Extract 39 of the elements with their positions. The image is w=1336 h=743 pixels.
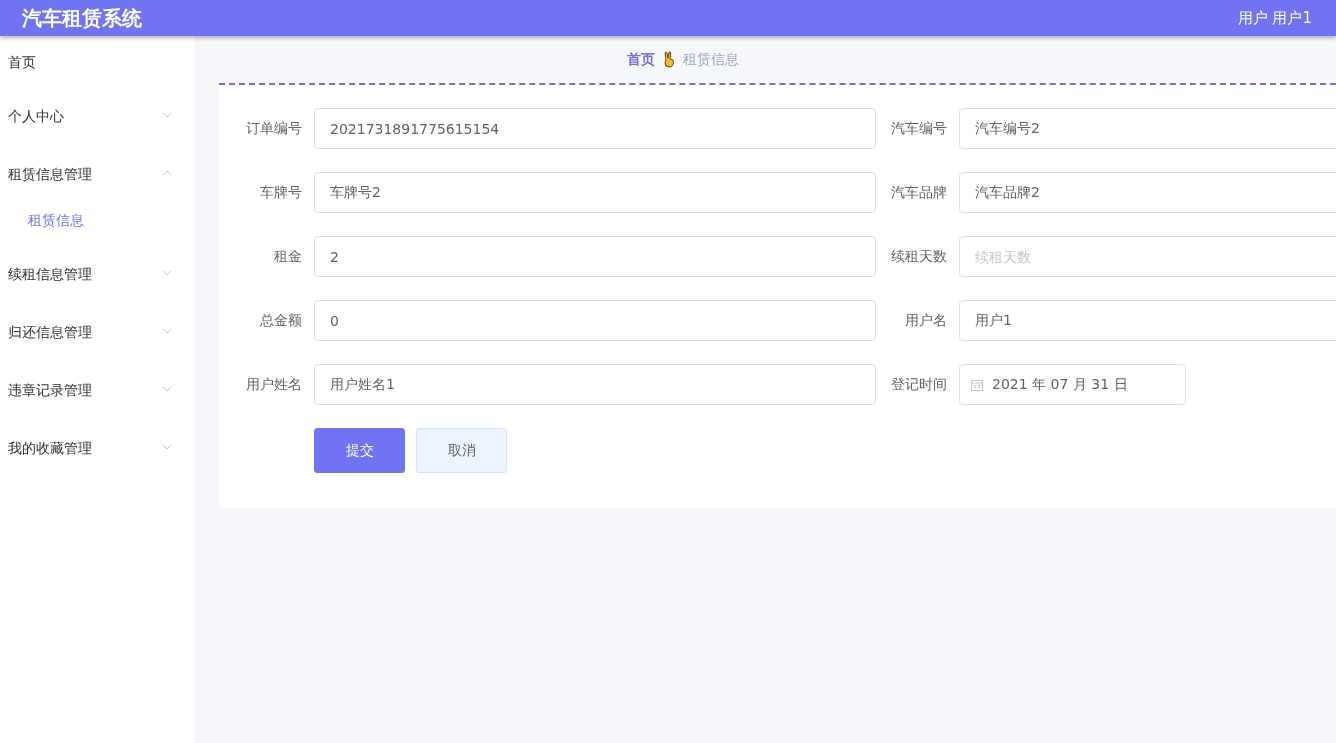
- chevron-down-icon: [162, 328, 172, 334]
- app-title: 汽车租赁系统: [22, 4, 142, 32]
- input-field[interactable]: 2021731891775615154: [314, 108, 876, 149]
- calendar-icon: [971, 378, 983, 391]
- field-label: 车牌号: [259, 183, 303, 202]
- sidebar-item[interactable]: 个人中心: [0, 88, 194, 146]
- field-label: 续租天数: [890, 247, 948, 266]
- input-field[interactable]: 车牌号2: [314, 172, 876, 213]
- chevron-up-icon: [162, 170, 172, 176]
- hand-icon: [662, 51, 675, 68]
- chevron-down-icon: [162, 386, 172, 392]
- sidebar-item[interactable]: 我的收藏管理: [0, 420, 194, 478]
- submit-button[interactable]: 提交: [314, 428, 405, 473]
- sidebar-item[interactable]: 违章记录管理: [0, 362, 194, 420]
- field-label: 租金: [273, 247, 303, 266]
- input-field[interactable]: 续租天数: [959, 236, 1336, 277]
- field-label: 登记时间: [890, 375, 948, 394]
- cancel-button[interactable]: 取消: [416, 428, 507, 473]
- field-label: 用户名: [904, 311, 948, 330]
- field-label: 汽车品牌: [890, 183, 948, 202]
- input-field[interactable]: 用户1: [959, 300, 1336, 341]
- field-label: 用户姓名: [245, 375, 303, 394]
- input-field[interactable]: 汽车编号2: [959, 108, 1336, 149]
- chevron-down-icon: [162, 112, 172, 118]
- field-label: 订单编号: [245, 119, 303, 138]
- input-field[interactable]: 用户姓名1: [314, 364, 876, 405]
- input-field[interactable]: 2: [314, 236, 876, 277]
- field-label: 汽车编号: [890, 119, 948, 138]
- chevron-down-icon: [162, 270, 172, 276]
- input-field[interactable]: 0: [314, 300, 876, 341]
- user-name: 用户 用户1: [1237, 8, 1312, 28]
- breadcrumb-link[interactable]: 首页: [626, 50, 655, 69]
- input-field[interactable]: 汽车品牌2: [959, 172, 1336, 213]
- chevron-down-icon: [162, 444, 172, 450]
- field-label: 总金额: [259, 311, 303, 330]
- sidebar-item[interactable]: 首页: [0, 42, 194, 88]
- date-field[interactable]: 2021 年 07 月 31 日: [959, 364, 1186, 405]
- sidebar-item[interactable]: 归还信息管理: [0, 304, 194, 362]
- sidebar-item[interactable]: 续租信息管理: [0, 246, 194, 304]
